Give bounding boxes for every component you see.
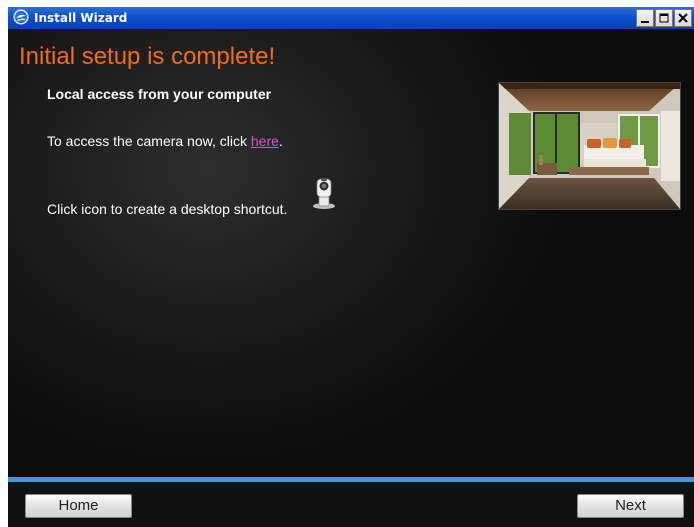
- minimize-button[interactable]: [636, 9, 654, 27]
- section-heading: Local access from your computer: [47, 86, 272, 102]
- maximize-icon: [659, 13, 669, 23]
- camera-shortcut-icon[interactable]: [311, 176, 337, 210]
- room-preview-image: [498, 82, 681, 210]
- home-button[interactable]: Home: [25, 494, 132, 518]
- app-globe-icon: [13, 9, 29, 25]
- here-link[interactable]: here: [251, 133, 279, 149]
- title-bar[interactable]: Install Wizard: [8, 7, 694, 29]
- room-photo: [499, 83, 680, 209]
- access-instruction: To access the camera now, click here.: [47, 133, 283, 149]
- access-text-end: .: [278, 133, 283, 149]
- close-button[interactable]: [674, 9, 692, 27]
- install-wizard-window: Install Wizard Initial setup is complete…: [8, 7, 694, 527]
- access-text: To access the camera now, click: [47, 133, 251, 149]
- footer-bar: Home Next: [8, 482, 694, 527]
- maximize-button[interactable]: [655, 9, 673, 27]
- window-title: Install Wizard: [34, 11, 128, 25]
- page-title: Initial setup is complete!: [19, 43, 276, 70]
- next-button[interactable]: Next: [577, 494, 684, 518]
- close-icon: [678, 13, 688, 23]
- minimize-icon: [641, 21, 649, 23]
- shortcut-instruction: Click icon to create a desktop shortcut.: [47, 201, 288, 217]
- main-panel: Initial setup is complete! Local access …: [8, 29, 694, 477]
- window-controls: [636, 9, 692, 27]
